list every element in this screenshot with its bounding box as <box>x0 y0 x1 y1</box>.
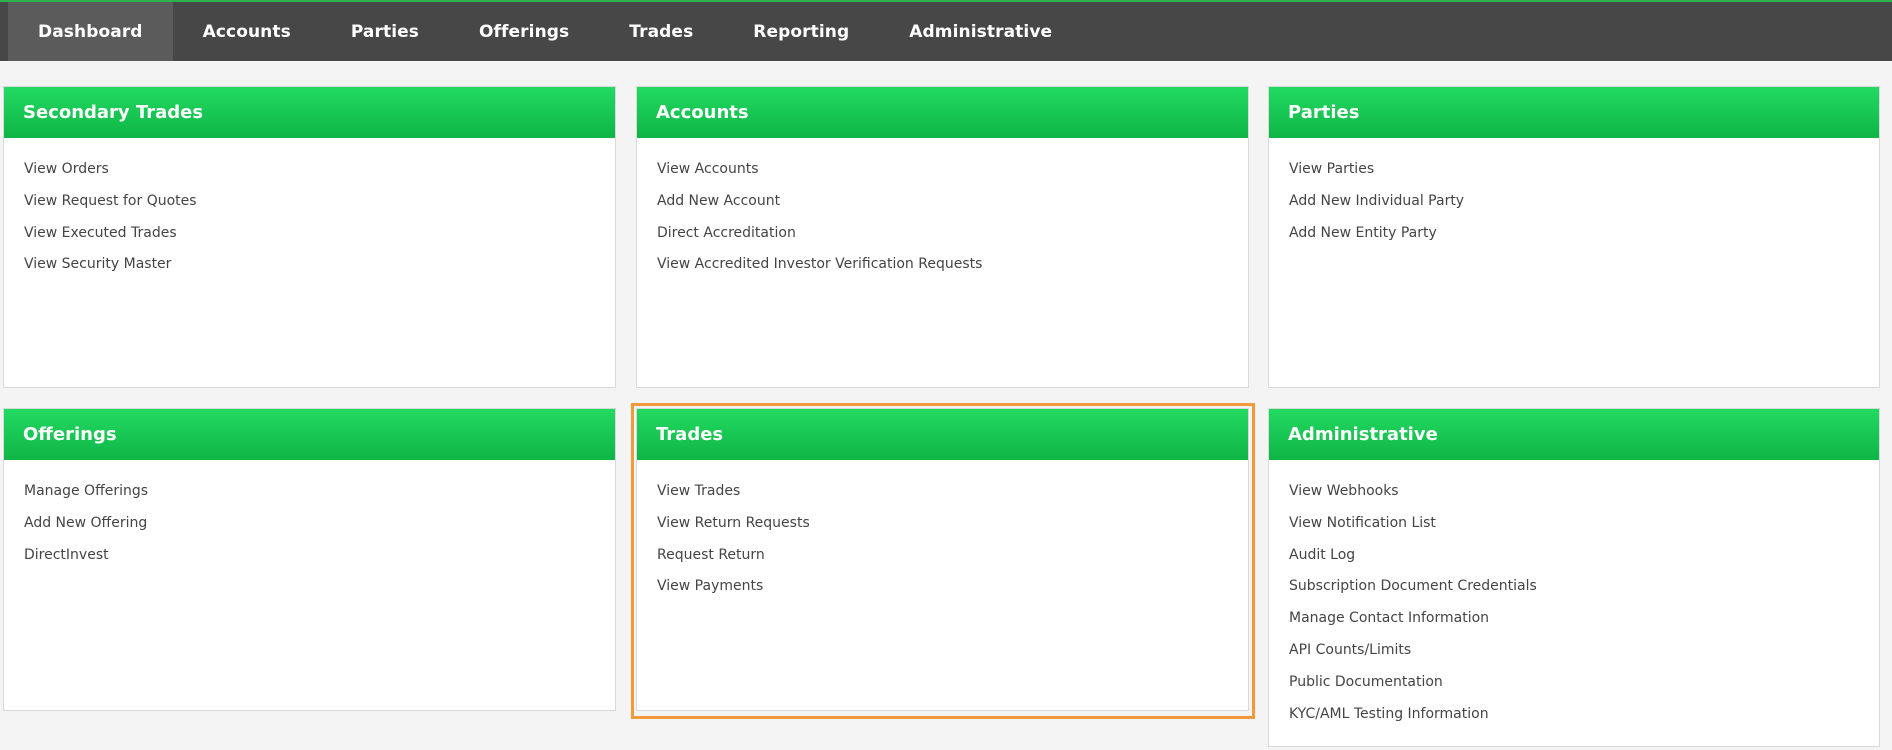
nav-dashboard[interactable]: Dashboard <box>8 2 173 61</box>
panel-title: Offerings <box>4 409 615 460</box>
nav-reporting[interactable]: Reporting <box>723 2 879 61</box>
panel-title: Trades <box>637 409 1248 460</box>
link-direct-accreditation[interactable]: Direct Accreditation <box>657 224 1248 256</box>
panel-secondary-trades: Secondary Trades View Orders View Reques… <box>3 86 616 388</box>
link-manage-contact-information[interactable]: Manage Contact Information <box>1289 609 1879 641</box>
panel-trades: Trades View Trades View Return Requests … <box>636 408 1249 711</box>
link-request-return[interactable]: Request Return <box>657 546 1248 578</box>
link-list: View Trades View Return Requests Request… <box>637 460 1248 609</box>
link-view-trades[interactable]: View Trades <box>657 482 1248 514</box>
link-view-payments[interactable]: View Payments <box>657 577 1248 609</box>
link-list: View Orders View Request for Quotes View… <box>4 138 615 287</box>
link-list: View Parties Add New Individual Party Ad… <box>1269 138 1879 255</box>
panel-title: Parties <box>1269 87 1879 138</box>
link-view-parties[interactable]: View Parties <box>1289 160 1879 192</box>
link-audit-log[interactable]: Audit Log <box>1289 546 1879 578</box>
nav-offerings[interactable]: Offerings <box>449 2 599 61</box>
link-public-documentation[interactable]: Public Documentation <box>1289 673 1879 705</box>
panel-title: Secondary Trades <box>4 87 615 138</box>
nav-trades[interactable]: Trades <box>599 2 723 61</box>
panel-parties: Parties View Parties Add New Individual … <box>1268 86 1880 388</box>
panel-accounts: Accounts View Accounts Add New Account D… <box>636 86 1249 388</box>
link-list: View Accounts Add New Account Direct Acc… <box>637 138 1248 287</box>
top-navigation: Dashboard Accounts Parties Offerings Tra… <box>0 0 1892 61</box>
panel-title: Administrative <box>1269 409 1879 460</box>
link-view-request-for-quotes[interactable]: View Request for Quotes <box>24 192 615 224</box>
link-manage-offerings[interactable]: Manage Offerings <box>24 482 615 514</box>
link-view-accounts[interactable]: View Accounts <box>657 160 1248 192</box>
link-subscription-document-credentials[interactable]: Subscription Document Credentials <box>1289 577 1879 609</box>
panel-offerings: Offerings Manage Offerings Add New Offer… <box>3 408 616 711</box>
link-view-accredited-investor-verification-requests[interactable]: View Accredited Investor Verification Re… <box>657 255 1248 287</box>
nav-accounts[interactable]: Accounts <box>173 2 321 61</box>
nav-parties[interactable]: Parties <box>321 2 449 61</box>
link-add-new-account[interactable]: Add New Account <box>657 192 1248 224</box>
link-add-new-offering[interactable]: Add New Offering <box>24 514 615 546</box>
link-view-orders[interactable]: View Orders <box>24 160 615 192</box>
link-add-new-entity-party[interactable]: Add New Entity Party <box>1289 224 1879 256</box>
panel-title: Accounts <box>637 87 1248 138</box>
link-view-return-requests[interactable]: View Return Requests <box>657 514 1248 546</box>
nav-administrative[interactable]: Administrative <box>879 2 1082 61</box>
link-view-executed-trades[interactable]: View Executed Trades <box>24 224 615 256</box>
link-list: View Webhooks View Notification List Aud… <box>1269 460 1879 736</box>
link-kyc-aml-testing-information[interactable]: KYC/AML Testing Information <box>1289 705 1879 737</box>
link-add-new-individual-party[interactable]: Add New Individual Party <box>1289 192 1879 224</box>
link-api-counts-limits[interactable]: API Counts/Limits <box>1289 641 1879 673</box>
panel-administrative: Administrative View Webhooks View Notifi… <box>1268 408 1880 747</box>
link-directinvest[interactable]: DirectInvest <box>24 546 615 578</box>
link-view-security-master[interactable]: View Security Master <box>24 255 615 287</box>
link-view-notification-list[interactable]: View Notification List <box>1289 514 1879 546</box>
link-list: Manage Offerings Add New Offering Direct… <box>4 460 615 577</box>
link-view-webhooks[interactable]: View Webhooks <box>1289 482 1879 514</box>
